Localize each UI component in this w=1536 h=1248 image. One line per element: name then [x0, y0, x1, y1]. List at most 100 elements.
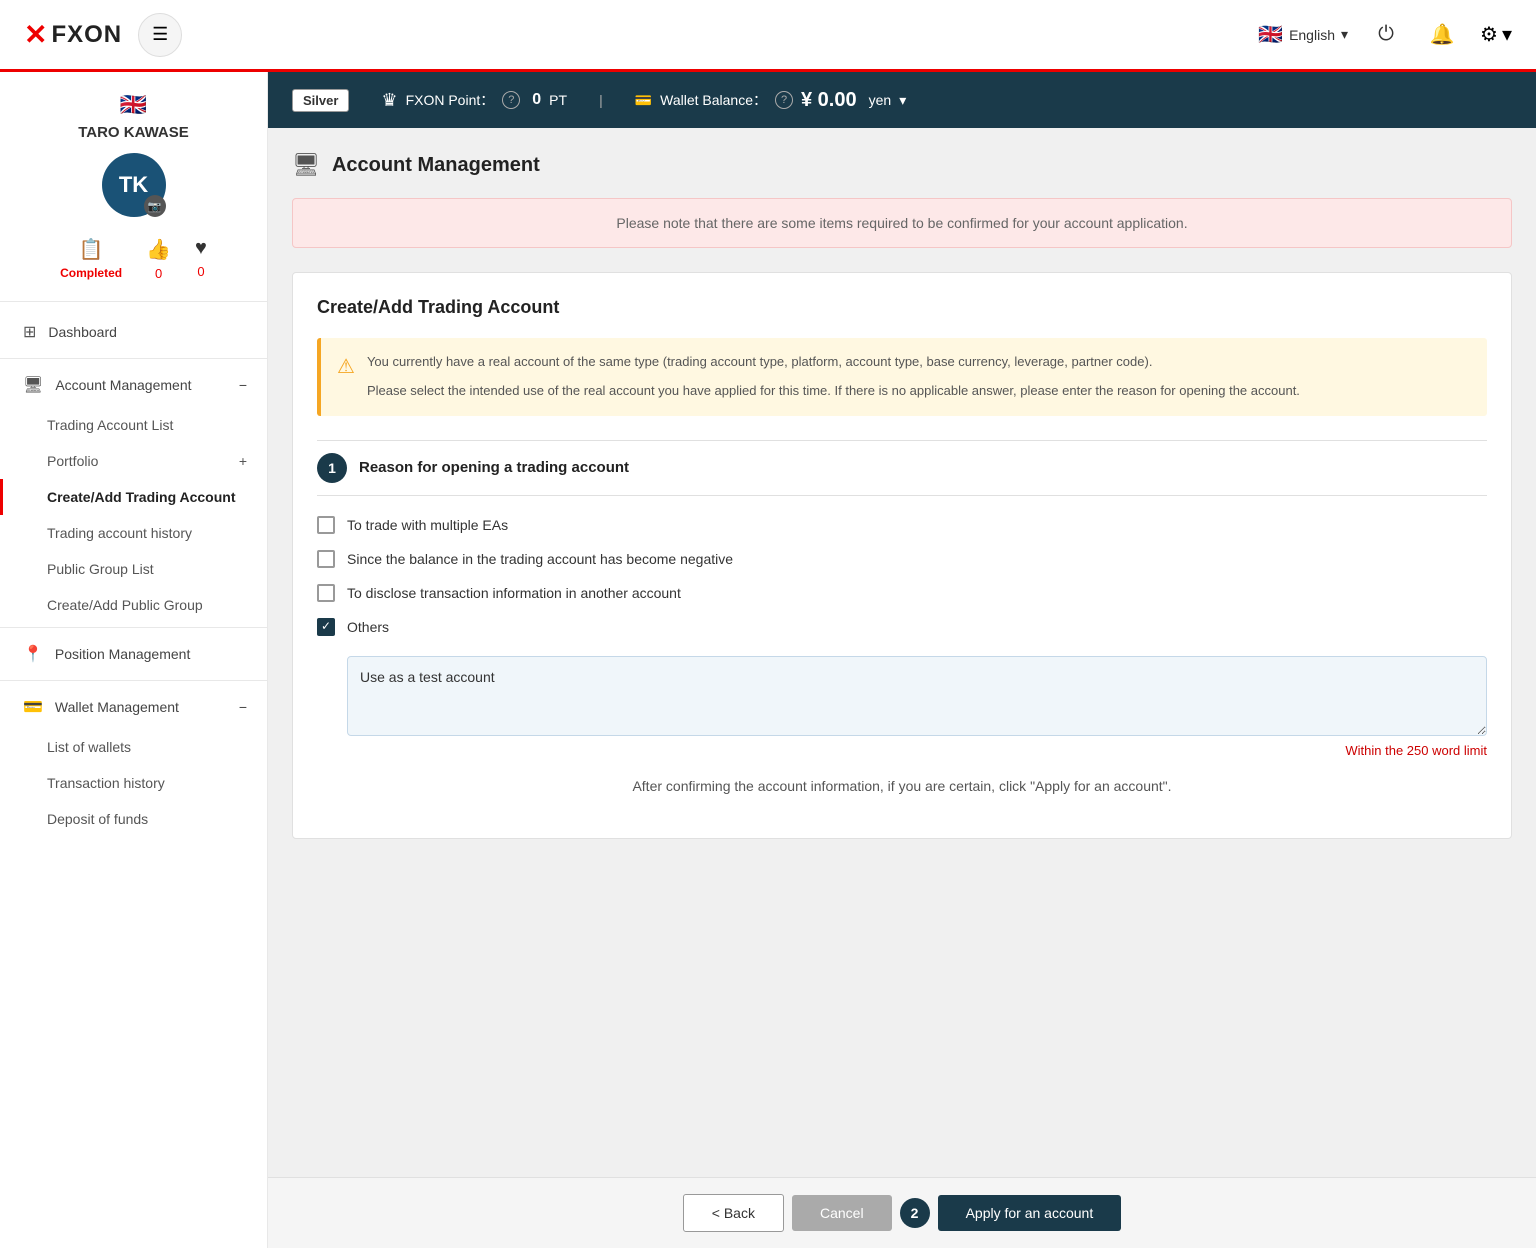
checkbox-opt1[interactable] [317, 516, 335, 534]
warning-box: ⚠ You currently have a real account of t… [317, 338, 1487, 416]
nav-left: ✕ FXON ☰ [24, 13, 182, 57]
user-name: TARO KAWASE [16, 124, 251, 141]
trading-account-list-label: Trading Account List [47, 417, 173, 433]
nav-section: ⊞ Dashboard 🖥 Account Management − Tradi… [0, 302, 267, 845]
nav-right: 🇬🇧 English ▾ ⏻ 🔔 ⚙ ▾ [1258, 17, 1512, 53]
collapse-icon: − [239, 377, 247, 393]
checkbox-label-2: Since the balance in the trading account… [347, 551, 733, 567]
step1-header: 1 Reason for opening a trading account [317, 440, 1487, 496]
section-title: Create/Add Trading Account [317, 297, 1487, 318]
back-button[interactable]: < Back [683, 1194, 784, 1232]
completed-label: Completed [60, 266, 122, 280]
checkbox-row-3: To disclose transaction information in a… [317, 584, 1487, 602]
user-section: 🇬🇧 TARO KAWASE TK 📷 📋 Completed 👍 0 ♥ [0, 72, 267, 302]
crown-icon: ♛ [381, 90, 397, 111]
list-of-wallets-label: List of wallets [47, 739, 131, 755]
create-add-public-group-label: Create/Add Public Group [47, 597, 203, 613]
warning-line1: You currently have a real account of the… [367, 352, 1300, 373]
settings-button[interactable]: ⚙ ▾ [1480, 22, 1512, 47]
page-title-row: 🖥 Account Management [292, 152, 1512, 178]
step2-badge: 2 [900, 1198, 930, 1228]
divider-2 [0, 627, 267, 628]
sidebar-item-transaction-history[interactable]: Transaction history [0, 765, 267, 801]
step1-badge: 1 [317, 453, 347, 483]
top-nav: ✕ FXON ☰ 🇬🇧 English ▾ ⏻ 🔔 ⚙ ▾ [0, 0, 1536, 72]
camera-icon[interactable]: 📷 [144, 195, 166, 217]
separator: | [599, 92, 603, 108]
cancel-button[interactable]: Cancel [792, 1195, 892, 1231]
fxon-point-help-button[interactable]: ? [502, 91, 520, 109]
checkbox-row-2: Since the balance in the trading account… [317, 550, 1487, 568]
sidebar-item-public-group-list[interactable]: Public Group List [0, 551, 267, 587]
hamburger-icon: ☰ [152, 24, 168, 45]
step1-title: Reason for opening a trading account [359, 459, 629, 476]
position-management-label: Position Management [55, 646, 190, 662]
page-title: Account Management [332, 154, 540, 177]
public-group-list-label: Public Group List [47, 561, 154, 577]
portfolio-expand-icon: + [239, 453, 247, 469]
main-layout: 🇬🇧 TARO KAWASE TK 📷 📋 Completed 👍 0 ♥ [0, 72, 1536, 1248]
power-button[interactable]: ⏻ [1368, 17, 1404, 53]
deposit-of-funds-label: Deposit of funds [47, 811, 148, 827]
thumbs-up-icon: 👍 [146, 237, 171, 262]
sidebar-item-wallet-management[interactable]: 💳 Wallet Management − [0, 685, 267, 729]
avatar-wrap: TK 📷 [102, 153, 166, 217]
word-limit-label: Within the 250 word limit [347, 743, 1487, 758]
checkbox-label-3: To disclose transaction information in a… [347, 585, 681, 601]
wallet-balance-section: 💳 Wallet Balance： ? ¥ 0.00 yen ▾ [635, 89, 907, 112]
uk-flag-icon: 🇬🇧 [1258, 22, 1283, 47]
dashboard-icon: ⊞ [23, 322, 36, 342]
likes-count: 0 [155, 266, 162, 281]
account-management-label: Account Management [55, 377, 191, 393]
hamburger-button[interactable]: ☰ [138, 13, 182, 57]
sidebar-item-create-add-trading-account[interactable]: Create/Add Trading Account [0, 479, 267, 515]
wallet-chevron-icon: ▾ [899, 92, 906, 109]
page-body: 🖥 Account Management Please note that th… [268, 128, 1536, 1177]
sidebar-item-position-management[interactable]: 📍 Position Management [0, 632, 267, 676]
confirm-text: After confirming the account information… [317, 778, 1487, 794]
checkbox-opt3[interactable] [317, 584, 335, 602]
wallet-balance-label: Wallet Balance： [660, 90, 767, 110]
divider [0, 358, 267, 359]
apply-button[interactable]: Apply for an account [938, 1195, 1122, 1231]
fxon-point-unit: PT [549, 92, 567, 108]
sidebar-item-trading-account-history[interactable]: Trading account history [0, 515, 267, 551]
sidebar-item-trading-account-list[interactable]: Trading Account List [0, 407, 267, 443]
sidebar-item-account-management[interactable]: 🖥 Account Management − [0, 363, 267, 407]
user-flag-icon: 🇬🇧 [16, 92, 251, 118]
sidebar-item-list-of-wallets[interactable]: List of wallets [0, 729, 267, 765]
checkbox-opt4[interactable] [317, 618, 335, 636]
completed-icon: 📋 [79, 237, 104, 262]
textarea-wrap: Use as a test account Within the 250 wor… [347, 656, 1487, 758]
warning-icon: ⚠ [337, 354, 355, 379]
header-bar: Silver ♛ FXON Point： ? 0 PT | 💳 Wallet B… [268, 72, 1536, 128]
sidebar-item-create-add-public-group[interactable]: Create/Add Public Group [0, 587, 267, 623]
sidebar-item-dashboard[interactable]: ⊞ Dashboard [0, 310, 267, 354]
wallet-balance-value: ¥ 0.00 [801, 89, 857, 112]
reason-textarea[interactable]: Use as a test account [347, 656, 1487, 736]
warning-text: You currently have a real account of the… [367, 352, 1300, 402]
user-stats: 📋 Completed 👍 0 ♥ 0 [16, 237, 251, 281]
language-selector[interactable]: 🇬🇧 English ▾ [1258, 22, 1348, 47]
stat-hearts: ♥ 0 [195, 237, 207, 281]
checkbox-label-4: Others [347, 619, 389, 635]
logo: ✕ FXON [24, 18, 122, 51]
sidebar: 🇬🇧 TARO KAWASE TK 📷 📋 Completed 👍 0 ♥ [0, 72, 268, 1248]
main-content: Silver ♛ FXON Point： ? 0 PT | 💳 Wallet B… [268, 72, 1536, 1248]
checkbox-opt2[interactable] [317, 550, 335, 568]
gear-icon: ⚙ [1480, 22, 1498, 47]
action-buttons-row: < Back Cancel 2 Apply for an account [268, 1177, 1536, 1248]
wallet-balance-help-button[interactable]: ? [775, 91, 793, 109]
silver-badge: Silver [292, 89, 349, 112]
position-icon: 📍 [23, 644, 43, 664]
logo-text: FXON [51, 21, 122, 49]
sidebar-item-portfolio[interactable]: Portfolio + [0, 443, 267, 479]
sidebar-item-deposit-of-funds[interactable]: Deposit of funds [0, 801, 267, 837]
fxon-point-value: 0 [532, 91, 541, 109]
checkbox-row-1: To trade with multiple EAs [317, 516, 1487, 534]
portfolio-label: Portfolio [47, 453, 98, 469]
page-title-icon: 🖥 [292, 152, 320, 178]
notifications-button[interactable]: 🔔 [1424, 17, 1460, 53]
language-label: English [1289, 27, 1335, 43]
checkbox-list: To trade with multiple EAs Since the bal… [317, 516, 1487, 636]
